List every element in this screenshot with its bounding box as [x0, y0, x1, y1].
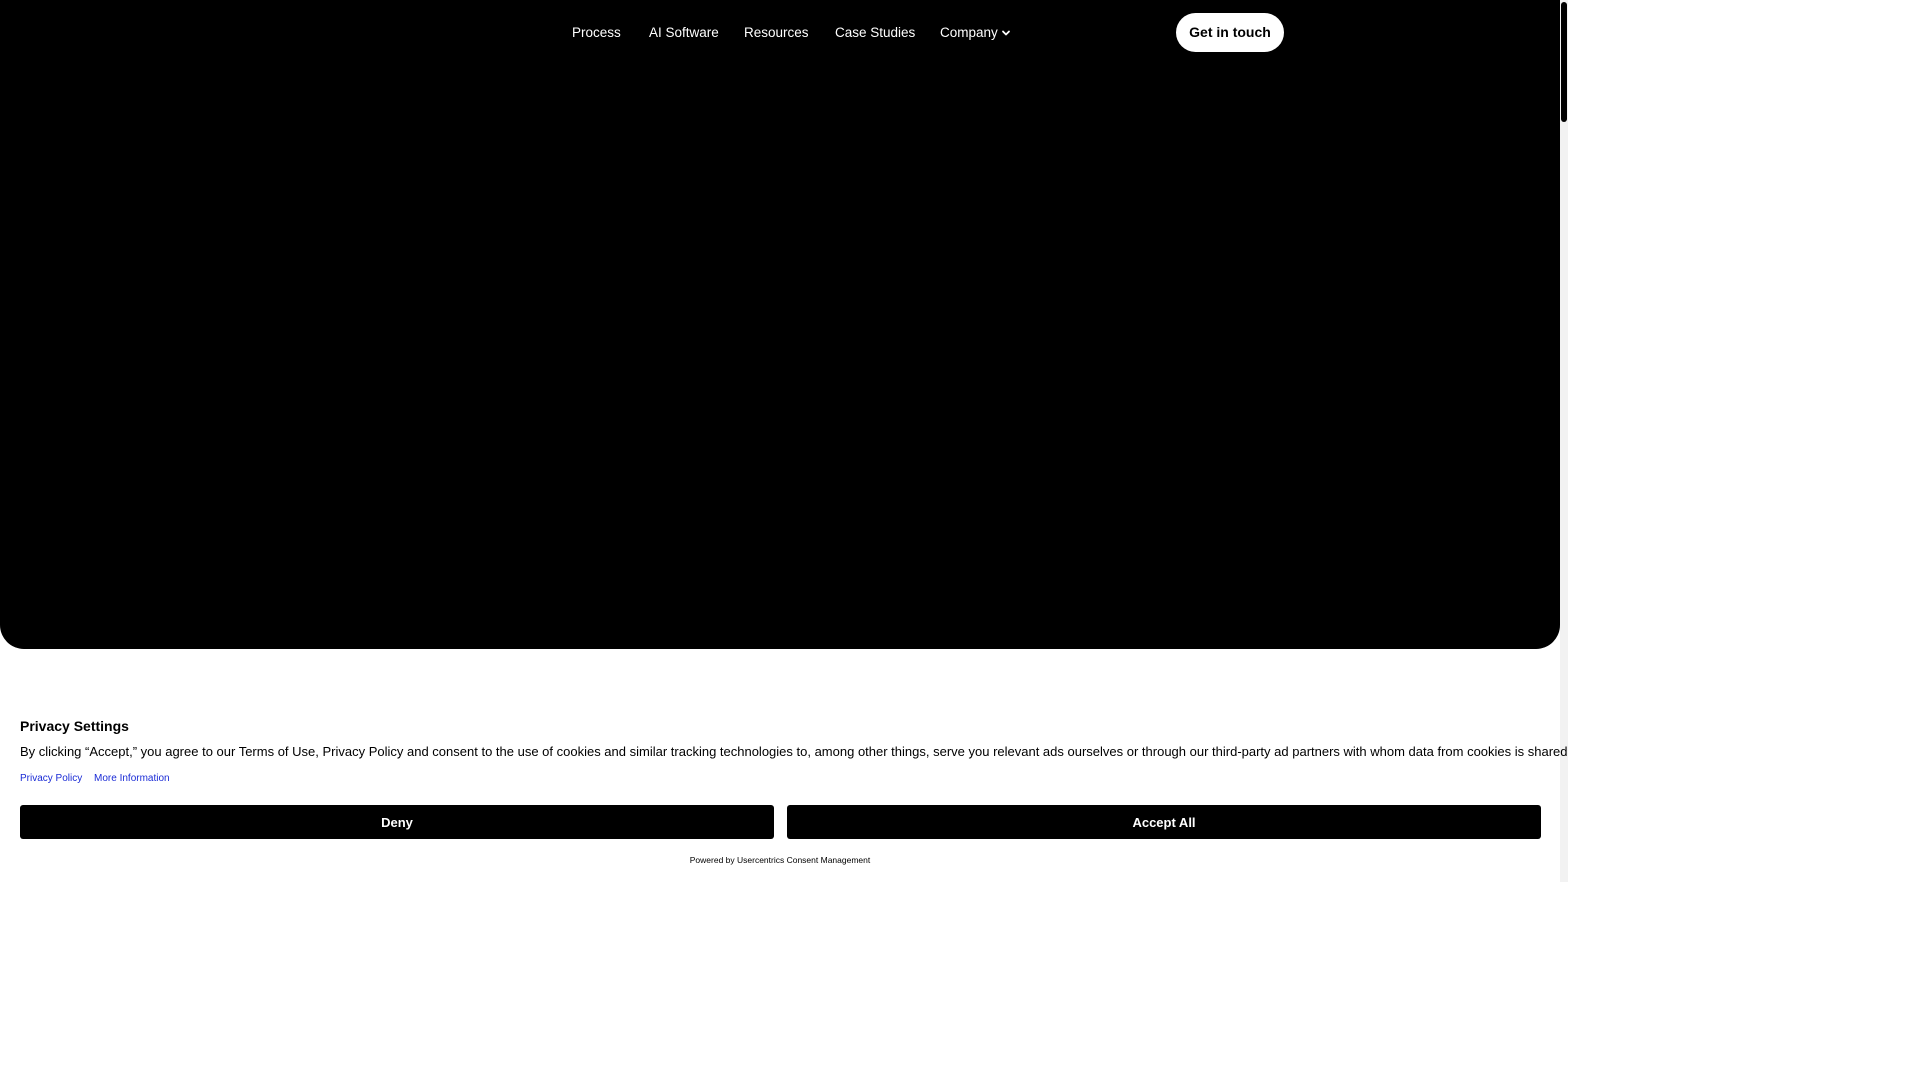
- accept-all-button[interactable]: Accept All: [787, 805, 1541, 839]
- privacy-policy-link[interactable]: Privacy Policy: [20, 773, 82, 784]
- nav-item-case-studies[interactable]: Case Studies: [835, 24, 915, 41]
- scrollbar-thumb[interactable]: [1561, 2, 1567, 122]
- page: Process AI Software Resources Case Studi…: [0, 0, 1568, 882]
- hero-section: Process AI Software Resources Case Studi…: [0, 0, 1560, 649]
- nav-item-resources[interactable]: Resources: [744, 24, 809, 41]
- chevron-down-icon: [1001, 30, 1010, 36]
- deny-button[interactable]: Deny: [20, 805, 774, 839]
- consent-links: Privacy Policy More Information: [20, 773, 179, 784]
- consent-description: By clicking “Accept,” you agree to our T…: [20, 744, 1568, 759]
- get-in-touch-button[interactable]: Get in touch: [1176, 13, 1284, 52]
- nav-item-company[interactable]: Company: [940, 24, 1011, 41]
- privacy-consent-banner: Privacy Settings By clicking “Accept,” y…: [0, 697, 1568, 882]
- more-information-link[interactable]: More Information: [94, 773, 170, 784]
- nav-item-process[interactable]: Process: [572, 24, 621, 41]
- nav-item-company-label: Company: [940, 25, 998, 40]
- powered-by-text: Powered by Usercentrics Consent Manageme…: [689, 855, 871, 865]
- consent-title: Privacy Settings: [20, 718, 129, 734]
- nav-item-ai-software[interactable]: AI Software: [649, 24, 719, 41]
- top-navigation: Process AI Software Resources Case Studi…: [0, 0, 1560, 65]
